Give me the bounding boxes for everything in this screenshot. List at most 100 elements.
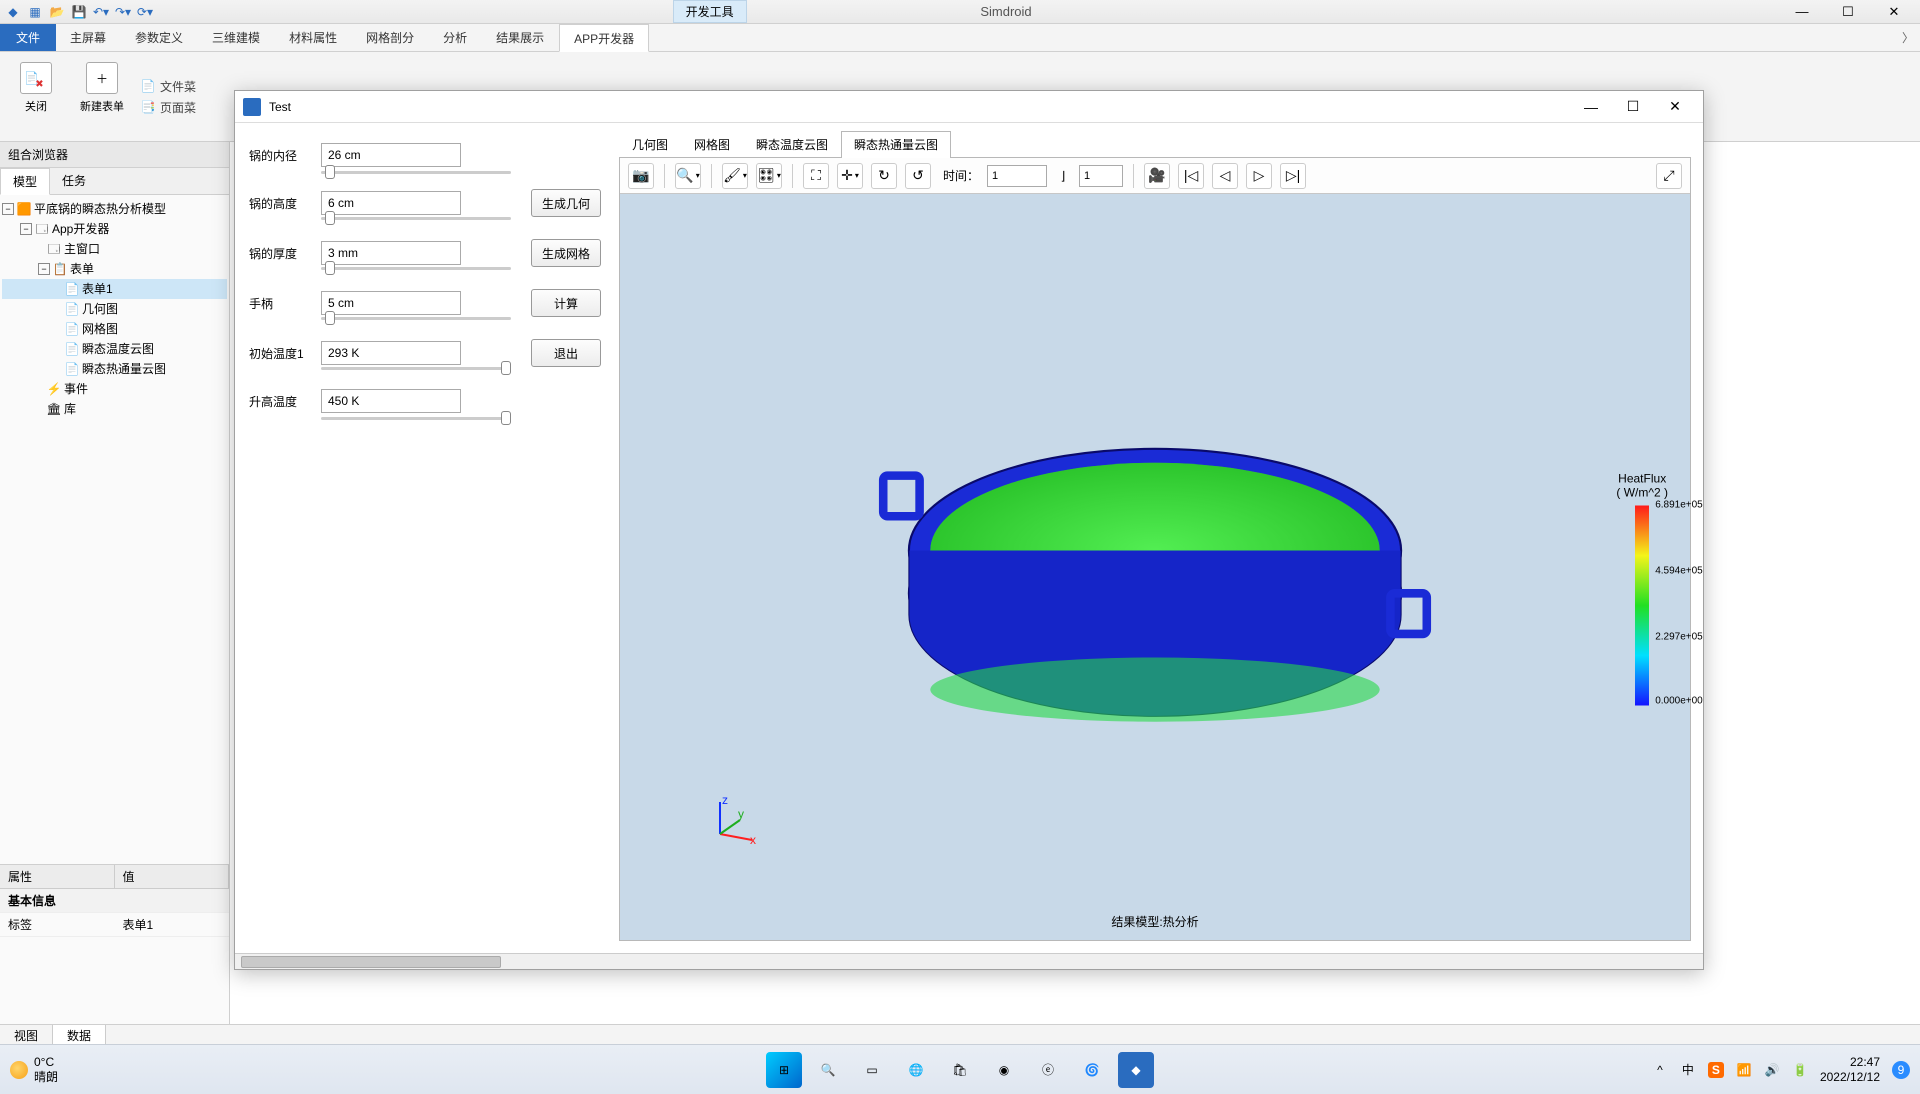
- search-button[interactable]: 🔍: [810, 1052, 846, 1088]
- first-icon[interactable]: |◁: [1178, 163, 1204, 189]
- new-form-button[interactable]: ＋ 新建表单: [74, 58, 130, 135]
- cube-icon[interactable]: 🎛: [756, 163, 782, 189]
- taskview-button[interactable]: ▭: [854, 1052, 890, 1088]
- tree-mainwin[interactable]: 主窗口: [64, 239, 100, 259]
- test-max-button[interactable]: ☐: [1613, 93, 1653, 121]
- render-view[interactable]: zxy HeatFlux ( W/m^2 ) 6.891e+05 4.594e+…: [620, 194, 1690, 907]
- input-height[interactable]: [321, 191, 461, 215]
- props-row[interactable]: 标签表单1: [0, 913, 229, 937]
- file-menu-item[interactable]: 📄文件菜: [140, 78, 196, 95]
- calc-button[interactable]: 计算: [531, 289, 601, 317]
- input-handle[interactable]: [321, 291, 461, 315]
- next-icon[interactable]: ▷|: [1280, 163, 1306, 189]
- vtab-temp[interactable]: 瞬态温度云图: [743, 131, 841, 157]
- camera-icon[interactable]: 📷: [628, 163, 654, 189]
- ime-icon[interactable]: 中: [1680, 1062, 1696, 1078]
- tree-app[interactable]: App开发器: [52, 219, 109, 239]
- slider-thick[interactable]: [325, 261, 335, 275]
- tab-home[interactable]: 主屏幕: [56, 24, 121, 51]
- test-titlebar[interactable]: Test — ☐ ✕: [235, 91, 1703, 123]
- tab-params[interactable]: 参数定义: [121, 24, 198, 51]
- tree-root[interactable]: 平底锅的瞬态热分析模型: [34, 199, 166, 219]
- vtab-mesh[interactable]: 网格图: [681, 131, 743, 157]
- help-icon[interactable]: 〉: [1896, 24, 1920, 51]
- axes-icon[interactable]: ✛: [837, 163, 863, 189]
- contextual-tab[interactable]: 开发工具: [673, 0, 747, 23]
- refresh-icon[interactable]: ⟳▾: [136, 3, 154, 21]
- play-icon[interactable]: ▷: [1246, 163, 1272, 189]
- bottom-tab-data[interactable]: 数据: [53, 1025, 106, 1044]
- slider-height[interactable]: [325, 211, 335, 225]
- chevron-up-icon[interactable]: ^: [1652, 1062, 1668, 1078]
- tree-lib[interactable]: 库: [64, 399, 76, 419]
- tab-analysis[interactable]: 分析: [429, 24, 482, 51]
- save-icon[interactable]: 💾: [70, 3, 88, 21]
- tree-events[interactable]: 事件: [64, 379, 88, 399]
- store-icon[interactable]: 🛍: [942, 1052, 978, 1088]
- fit-icon[interactable]: ⛶: [803, 163, 829, 189]
- input-thi[interactable]: [321, 389, 461, 413]
- vtab-geom[interactable]: 几何图: [619, 131, 681, 157]
- tab-appdev[interactable]: APP开发器: [559, 24, 649, 52]
- tree-flux[interactable]: 瞬态热通量云图: [82, 359, 166, 379]
- tree-tab-model[interactable]: 模型: [0, 168, 50, 195]
- notifications-icon[interactable]: 9: [1892, 1061, 1910, 1079]
- tree-geom[interactable]: 几何图: [82, 299, 118, 319]
- zoom-icon[interactable]: 🔍: [675, 163, 701, 189]
- close-app-button[interactable]: 📄✖ 关闭: [8, 58, 64, 135]
- start-button[interactable]: ⊞: [766, 1052, 802, 1088]
- prev-icon[interactable]: ◁: [1212, 163, 1238, 189]
- slider-t0[interactable]: [501, 361, 511, 375]
- maximize-button[interactable]: ☐: [1826, 1, 1870, 23]
- page-menu-item[interactable]: 📑页面菜: [140, 99, 196, 116]
- tab-material[interactable]: 材料属性: [275, 24, 352, 51]
- sogou-icon[interactable]: S: [1708, 1062, 1724, 1078]
- tree-temp[interactable]: 瞬态温度云图: [82, 339, 154, 359]
- gen-geom-button[interactable]: 生成几何: [531, 189, 601, 217]
- gen-mesh-button[interactable]: 生成网格: [531, 239, 601, 267]
- ie-icon[interactable]: ⓔ: [1030, 1052, 1066, 1088]
- battery-icon[interactable]: 🔋: [1792, 1062, 1808, 1078]
- test-min-button[interactable]: —: [1571, 93, 1611, 121]
- new-icon[interactable]: ▦: [26, 3, 44, 21]
- tree-tab-tasks[interactable]: 任务: [50, 168, 98, 194]
- tree-mesh[interactable]: 网格图: [82, 319, 118, 339]
- vtab-flux[interactable]: 瞬态热通量云图: [841, 131, 951, 158]
- rotccw-icon[interactable]: ↺: [905, 163, 931, 189]
- test-close-button[interactable]: ✕: [1655, 93, 1695, 121]
- wifi-icon[interactable]: 📶: [1736, 1062, 1752, 1078]
- expand-icon[interactable]: ⤢: [1656, 163, 1682, 189]
- slider-handle[interactable]: [325, 311, 335, 325]
- tree-form1[interactable]: 表单1: [82, 279, 113, 299]
- input-thick[interactable]: [321, 241, 461, 265]
- test-scrollbar[interactable]: [235, 953, 1703, 969]
- dell-icon[interactable]: ◉: [986, 1052, 1022, 1088]
- simdroid-icon[interactable]: ◆: [1118, 1052, 1154, 1088]
- volume-icon[interactable]: 🔊: [1764, 1062, 1780, 1078]
- slider-diam[interactable]: [325, 165, 335, 179]
- app-icon-1[interactable]: 🌀: [1074, 1052, 1110, 1088]
- minimize-button[interactable]: —: [1780, 1, 1824, 23]
- time-input[interactable]: [987, 165, 1047, 187]
- brush-icon[interactable]: 🖌: [722, 163, 748, 189]
- tab-results[interactable]: 结果展示: [482, 24, 559, 51]
- exit-button[interactable]: 退出: [531, 339, 601, 367]
- input-diam[interactable]: [321, 143, 461, 167]
- frame-input[interactable]: [1079, 165, 1123, 187]
- undo-icon[interactable]: ↶▾: [92, 3, 110, 21]
- record-icon[interactable]: 🎥: [1144, 163, 1170, 189]
- tree-forms[interactable]: 表单: [70, 259, 94, 279]
- tab-mesh[interactable]: 网格剖分: [352, 24, 429, 51]
- expand-toggle[interactable]: −: [2, 203, 14, 215]
- edge-icon[interactable]: 🌐: [898, 1052, 934, 1088]
- model-tree[interactable]: −🟧平底锅的瞬态热分析模型 −🗔App开发器 🗔主窗口 −📋表单 📄表单1 📄几…: [0, 195, 229, 864]
- close-button[interactable]: ✕: [1872, 1, 1916, 23]
- open-icon[interactable]: 📂: [48, 3, 66, 21]
- redo-icon[interactable]: ↷▾: [114, 3, 132, 21]
- tab-3d[interactable]: 三维建模: [198, 24, 275, 51]
- rotcw-icon[interactable]: ↻: [871, 163, 897, 189]
- expand-toggle[interactable]: −: [20, 223, 32, 235]
- file-tab[interactable]: 文件: [0, 24, 56, 51]
- expand-toggle[interactable]: −: [38, 263, 50, 275]
- bottom-tab-view[interactable]: 视图: [0, 1025, 53, 1044]
